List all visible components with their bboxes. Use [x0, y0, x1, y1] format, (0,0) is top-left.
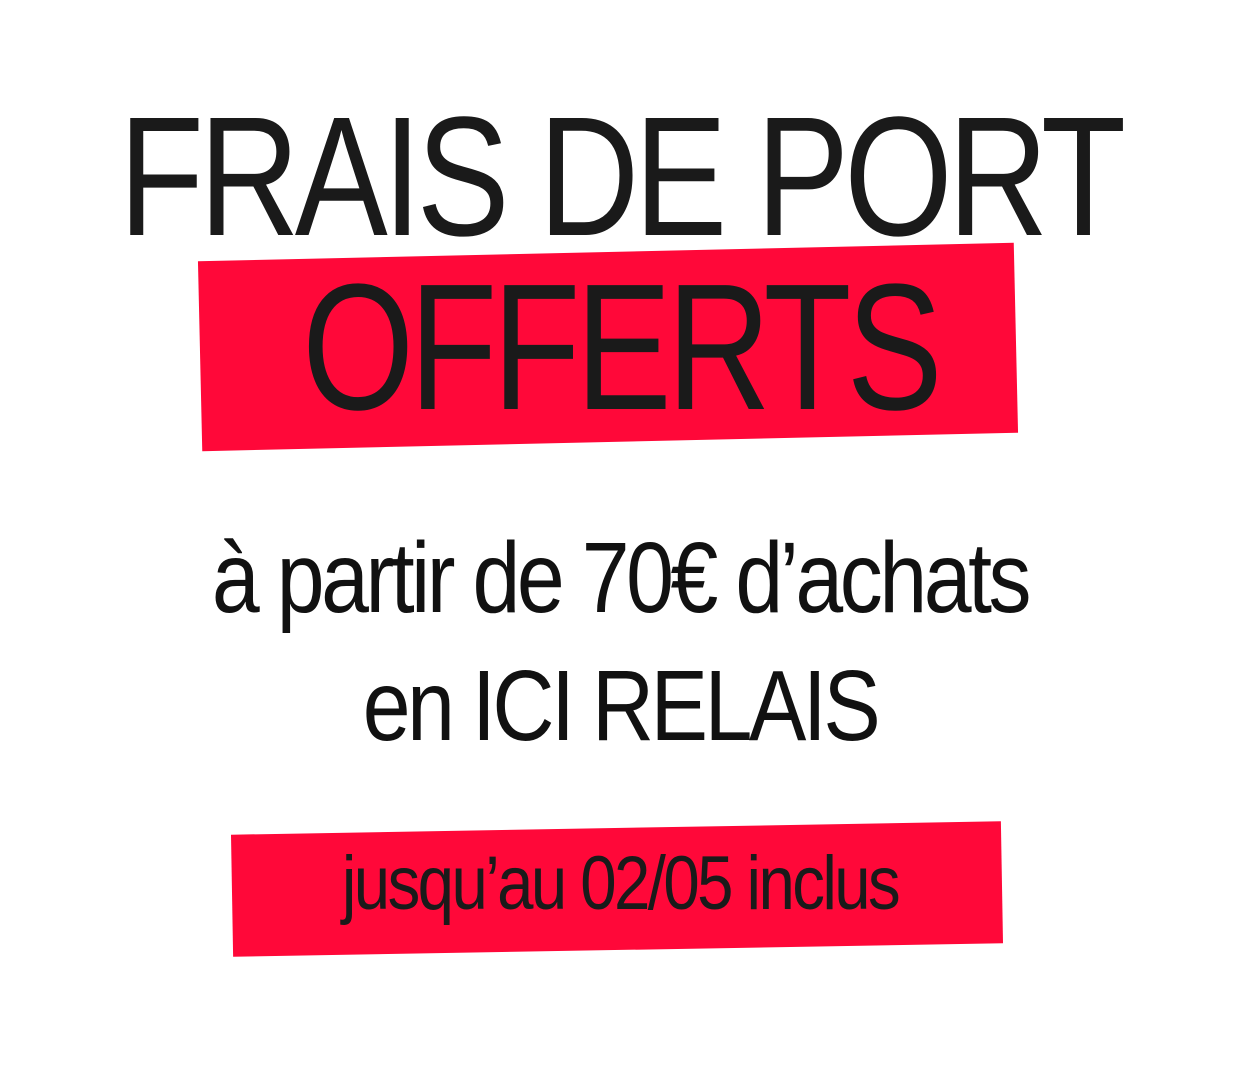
- promo-banner: FRAIS DE PORT OFFERTS à partir de 70€ d’…: [0, 0, 1240, 1091]
- delivery-mode-text: en ICI RELAIS: [362, 650, 881, 762]
- validity-date-text: jusqu’au 02/05 inclus: [341, 841, 901, 926]
- minimum-purchase-text: à partir de 70€ d’achats: [211, 522, 1032, 634]
- headline-text: FRAIS DE PORT: [118, 82, 1126, 272]
- offerts-text: OFFERTS: [302, 247, 943, 448]
